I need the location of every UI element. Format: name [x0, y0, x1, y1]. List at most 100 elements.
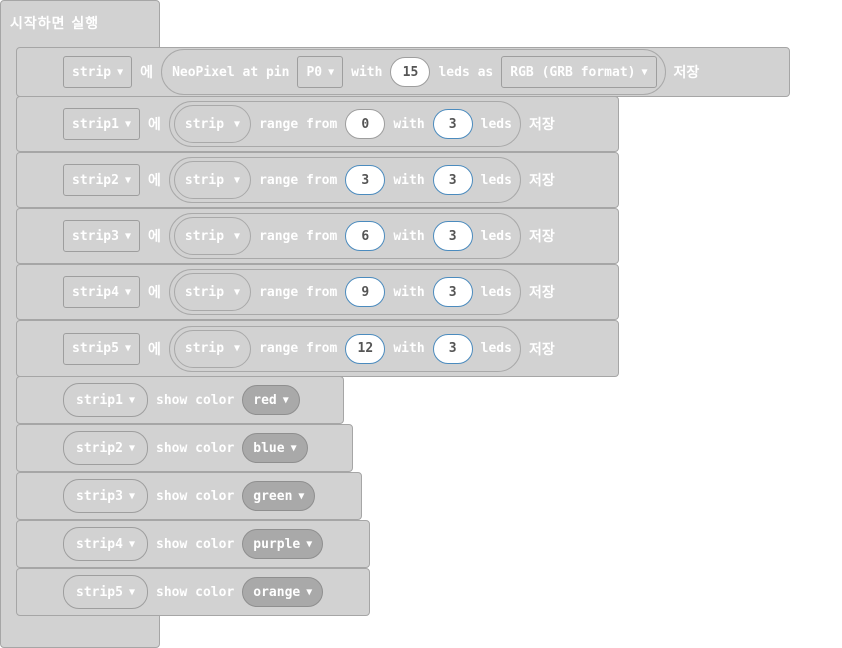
source-variable-reporter[interactable]: strip ▼ — [173, 161, 252, 199]
strip-variable-reporter[interactable]: strip3 ▼ — [63, 479, 148, 513]
assign-label: 에 — [148, 229, 161, 245]
caret-down-icon: ▼ — [282, 394, 289, 406]
range-start-input[interactable]: 0 — [345, 109, 386, 139]
range-reporter[interactable]: strip ▼ range from 9 with 3 leds — [168, 269, 521, 315]
show-color-label: show color — [156, 440, 235, 456]
variable-name: strip3 — [72, 228, 119, 244]
variable-name: strip5 — [76, 584, 123, 600]
with-label: with — [393, 172, 425, 188]
range-reporter[interactable]: strip ▼ range from 0 with 3 leds — [168, 101, 521, 147]
range-block[interactable]: strip3 ▼ 에 strip ▼ range from 6 with 3 led… — [16, 208, 619, 264]
with-label: with — [393, 341, 425, 356]
show-color-block[interactable]: strip1 ▼ show color red ▼ — [16, 376, 344, 424]
with-label: with — [393, 284, 425, 300]
show-color-block[interactable]: strip5 ▼ show color orange ▼ — [16, 568, 370, 616]
range-from-label: range from — [259, 172, 338, 188]
color-value: red — [253, 392, 277, 408]
color-dropdown[interactable]: red ▼ — [242, 385, 300, 415]
color-dropdown[interactable]: orange ▼ — [242, 577, 324, 607]
source-variable-reporter[interactable]: strip ▼ — [173, 273, 252, 311]
caret-down-icon: ▼ — [234, 118, 241, 130]
source-variable-reporter[interactable]: strip ▼ — [173, 105, 252, 143]
range-start-input[interactable]: 12 — [345, 333, 386, 364]
caret-down-icon: ▼ — [328, 66, 335, 78]
range-length-input[interactable]: 3 — [432, 109, 473, 139]
show-color-block[interactable]: strip4 ▼ show color purple ▼ — [16, 520, 370, 568]
caret-down-icon: ▼ — [306, 538, 313, 550]
caret-down-icon: ▼ — [128, 586, 135, 598]
leds-label: leds — [480, 284, 512, 300]
source-variable-name: strip — [184, 228, 225, 244]
show-color-label: show color — [156, 392, 235, 408]
range-start-input[interactable]: 3 — [345, 165, 386, 195]
range-from-label: range from — [259, 228, 338, 244]
show-color-label: show color — [156, 488, 235, 504]
pin-value: P0 — [306, 64, 323, 80]
color-dropdown[interactable]: blue ▼ — [242, 433, 308, 463]
variable-dropdown[interactable]: strip1 ▼ — [63, 108, 140, 140]
variable-dropdown[interactable]: strip2 ▼ — [63, 164, 140, 196]
range-start-input[interactable]: 6 — [345, 221, 386, 251]
range-block[interactable]: strip1 ▼ 에 strip ▼ range from 0 with 3 led… — [16, 96, 619, 152]
caret-down-icon: ▼ — [234, 343, 241, 354]
variable-name: strip5 — [72, 341, 119, 356]
led-count-input[interactable]: 15 — [390, 57, 431, 87]
leds-label: leds — [480, 228, 512, 244]
neopixel-create-reporter[interactable]: NeoPixel at pin P0 ▼ with 15 leds as RGB… — [161, 49, 666, 95]
assign-label: 에 — [148, 117, 161, 133]
leds-as-label: leds as — [438, 64, 494, 80]
variable-name: strip3 — [76, 488, 123, 504]
variable-name: strip4 — [76, 536, 123, 552]
range-length-input[interactable]: 3 — [432, 277, 473, 307]
source-variable-name: strip — [184, 172, 225, 188]
save-label: 저장 — [528, 285, 555, 301]
strip-variable-reporter[interactable]: strip1 ▼ — [63, 383, 148, 417]
variable-dropdown[interactable]: strip4 ▼ — [63, 276, 140, 308]
caret-down-icon: ▼ — [306, 586, 313, 598]
range-reporter[interactable]: strip ▼ range from 3 with 3 leds — [168, 157, 521, 203]
caret-down-icon: ▼ — [234, 230, 241, 242]
range-start-input[interactable]: 9 — [345, 277, 386, 307]
show-color-label: show color — [156, 584, 235, 600]
range-length-input[interactable]: 3 — [432, 221, 473, 251]
range-reporter[interactable]: strip ▼ range from 12 with 3 leds — [168, 325, 521, 372]
caret-down-icon: ▼ — [124, 174, 131, 186]
caret-down-icon: ▼ — [298, 490, 305, 502]
range-reporter[interactable]: strip ▼ range from 6 with 3 leds — [168, 213, 521, 259]
strip-variable-reporter[interactable]: strip4 ▼ — [63, 527, 148, 561]
save-label: 저장 — [528, 117, 555, 133]
neopixel-create-block[interactable]: strip ▼ 에 NeoPixel at pin P0 ▼ with 15 l… — [16, 47, 790, 97]
variable-dropdown[interactable]: strip5 ▼ — [63, 332, 140, 365]
color-dropdown[interactable]: green ▼ — [242, 481, 316, 511]
range-from-label: range from — [259, 284, 338, 300]
strip-variable-reporter[interactable]: strip5 ▼ — [63, 575, 148, 609]
color-dropdown[interactable]: purple ▼ — [242, 529, 324, 559]
range-block[interactable]: strip2 ▼ 에 strip ▼ range from 3 with 3 led… — [16, 152, 619, 208]
format-value: RGB (GRB format) — [510, 64, 636, 80]
show-color-block[interactable]: strip3 ▼ show color green ▼ — [16, 472, 362, 520]
assign-label: 에 — [140, 65, 154, 81]
range-length-input[interactable]: 3 — [432, 333, 473, 364]
show-color-label: show color — [156, 536, 235, 552]
range-length-input[interactable]: 3 — [432, 165, 473, 195]
source-variable-reporter[interactable]: strip ▼ — [173, 329, 252, 368]
range-block[interactable]: strip5 ▼ 에 strip ▼ range from 12 with 3 le… — [16, 320, 619, 377]
pin-dropdown[interactable]: P0 ▼ — [297, 56, 344, 88]
show-color-block[interactable]: strip2 ▼ show color blue ▼ — [16, 424, 353, 472]
caret-down-icon: ▼ — [124, 343, 131, 354]
assign-label: 에 — [148, 173, 161, 189]
strip-variable-reporter[interactable]: strip2 ▼ — [63, 431, 148, 465]
leds-label: leds — [480, 172, 512, 188]
caret-down-icon: ▼ — [290, 442, 297, 454]
range-block[interactable]: strip4 ▼ 에 strip ▼ range from 9 with 3 led… — [16, 264, 619, 320]
format-dropdown[interactable]: RGB (GRB format) ▼ — [501, 56, 657, 88]
leds-label: leds — [480, 341, 512, 356]
variable-dropdown[interactable]: strip3 ▼ — [63, 220, 140, 252]
caret-down-icon: ▼ — [234, 286, 241, 298]
caret-down-icon: ▼ — [234, 174, 241, 186]
leds-label: leds — [480, 116, 512, 132]
source-variable-name: strip — [184, 341, 225, 356]
save-label: 저장 — [528, 229, 555, 245]
variable-dropdown[interactable]: strip ▼ — [63, 56, 133, 88]
source-variable-reporter[interactable]: strip ▼ — [173, 217, 252, 255]
